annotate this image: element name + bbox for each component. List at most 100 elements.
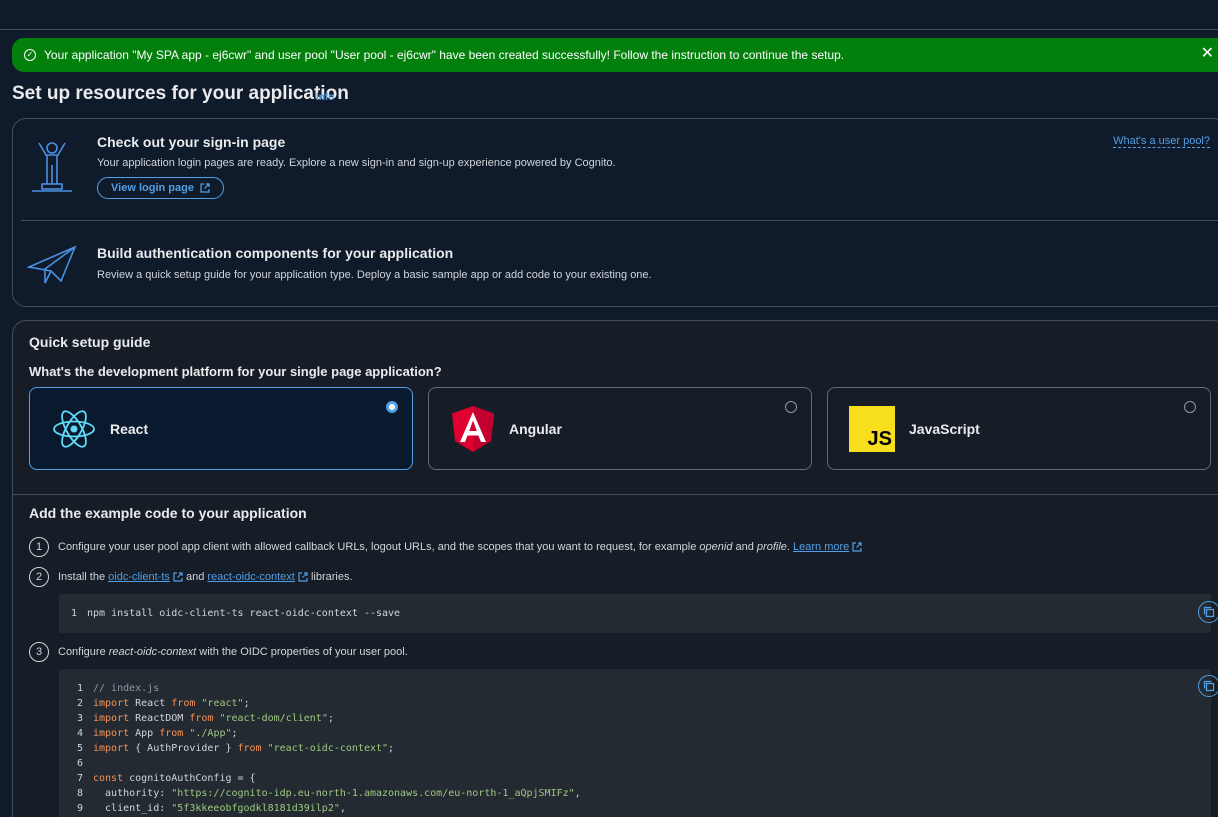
line-number: 8 [76,788,83,799]
javascript-label: JavaScript [909,420,980,437]
code-token: ; [231,728,238,739]
code-token: "react-oidc-context" [267,743,389,754]
code-line: 3 import ReactDOM from "react-dom/client"… [59,711,1211,726]
line-number: 9 [76,803,83,814]
code-token: ; [388,743,395,754]
code-token: import [93,713,130,724]
learn-more-link[interactable]: Learn more [793,541,849,553]
section-divider [21,220,1218,221]
copy-button[interactable] [1198,675,1218,697]
install-command: npm install oidc-client-ts react-oidc-co… [87,608,401,619]
top-navigation-bar [0,0,1218,30]
line-number: 1 [70,608,77,619]
external-link-icon [298,572,308,582]
oidc-config-code-block[interactable]: 1 // index.js 2 import React from "react"; 3… [59,669,1211,817]
copy-icon [1203,680,1215,692]
flash-message: Your application "My SPA app - ej6cwr" a… [44,48,845,62]
step-3-text: Configure react-oidc-context with the OI… [58,646,408,658]
code-token: App [129,728,160,739]
code-line: 7 const cognitoAuthConfig = { [59,771,1211,786]
react-radio[interactable] [386,401,398,413]
code-token: import [93,698,130,709]
line-number: 7 [76,773,83,784]
code-line: 2 import React from "react"; [59,696,1211,711]
code-token: // index.js [93,683,160,694]
page-title: Set up resources for your application [12,83,349,104]
close-icon[interactable]: ✕ [1201,46,1214,62]
line-number: 1 [76,683,83,694]
angular-logo-icon [452,405,494,452]
build-title: Build authentication components for your… [97,245,454,261]
line-number: 4 [76,728,83,739]
code-token: import [93,743,130,754]
code-token: client_id: [93,803,172,814]
code-token: cognitoAuthConfig = { [123,773,256,784]
step-number: 2 [29,567,49,587]
react-logo-icon [53,409,95,448]
step-number: 3 [29,642,49,662]
javascript-radio[interactable] [1184,401,1196,413]
build-description: Review a quick setup guide for your appl… [97,269,652,281]
angular-radio[interactable] [785,401,797,413]
code-token: from [189,713,214,724]
code-token: from [237,743,262,754]
view-login-page-label: View login page [111,182,194,194]
code-token: "https://cognito-idp.eu-north-1.amazonaw… [171,788,575,799]
check-circle-icon: ✓ [24,49,36,61]
step-1: 1 Configure your user pool app client wi… [29,537,862,557]
line-number: 6 [76,758,83,769]
code-line: 6 [59,756,1211,771]
code-token: , [574,788,581,799]
external-link-icon [200,183,210,193]
signin-title: Check out your sign-in page [97,134,286,150]
info-link[interactable]: Info [316,92,334,103]
success-flash-banner: ✓ Your application "My SPA app - ej6cwr"… [12,38,1218,72]
quick-setup-guide-card: Quick setup guide What's the development… [12,320,1218,817]
javascript-logo-icon: JS [849,405,895,452]
view-login-page-button[interactable]: View login page [97,177,224,199]
copy-icon [1203,606,1215,618]
code-token: ReactDOM [129,713,190,724]
code-line: 9 client_id: "5f3kkeeobfgodkl8181d39ilp2… [59,801,1211,816]
react-oidc-context-link[interactable]: react-oidc-context [207,571,294,583]
code-line: 5 import { AuthProvider } from "react-oid… [59,741,1211,756]
line-number: 2 [76,698,83,709]
code-token: import [93,728,130,739]
oidc-client-ts-link[interactable]: oidc-client-ts [108,571,170,583]
code-line: 8 authority: "https://cognito-idp.eu-nor… [59,786,1211,801]
code-token: "5f3kkeeobfgodkl8181d39ilp2" [171,803,340,814]
platform-tile-javascript[interactable]: JS JavaScript [827,387,1211,470]
example-code-title: Add the example code to your application [29,505,307,521]
code-token: , [339,803,346,814]
code-token: "react" [201,698,244,709]
paper-plane-icon [27,245,77,284]
code-token: "./App" [189,728,232,739]
external-link-icon [173,572,183,582]
code-token: React [129,698,172,709]
platform-tile-angular[interactable]: Angular [428,387,812,470]
js-logo-text: JS [867,427,892,450]
person-podium-icon [32,142,72,192]
code-token: from [159,728,184,739]
step-1-text: Configure your user pool app client with… [58,541,862,553]
angular-label: Angular [509,420,562,437]
line-number: 5 [76,743,83,754]
install-code-block[interactable]: 1 npm install oidc-client-ts react-oidc-c… [59,594,1211,633]
react-label: React [110,420,149,437]
code-token: "react-dom/client" [219,713,328,724]
step-number: 1 [29,537,49,557]
step-2: 2 Install the oidc-client-ts and react-o… [29,567,353,587]
quick-setup-title: Quick setup guide [29,334,151,350]
code-token: ; [243,698,250,709]
copy-button[interactable] [1198,601,1218,623]
signin-description: Your application login pages are ready. … [97,157,616,169]
whats-a-user-pool-link[interactable]: What's a user pool? [1113,135,1210,148]
platform-question: What's the development platform for your… [29,364,442,379]
code-token: authority: [93,788,172,799]
code-token: from [171,698,196,709]
setup-resources-card: Check out your sign-in page Your applica… [12,118,1218,307]
code-line: 4 import App from "./App"; [59,726,1211,741]
code-token: { AuthProvider } [129,743,238,754]
platform-tile-react[interactable]: React [29,387,413,470]
step-3: 3 Configure react-oidc-context with the … [29,642,408,662]
